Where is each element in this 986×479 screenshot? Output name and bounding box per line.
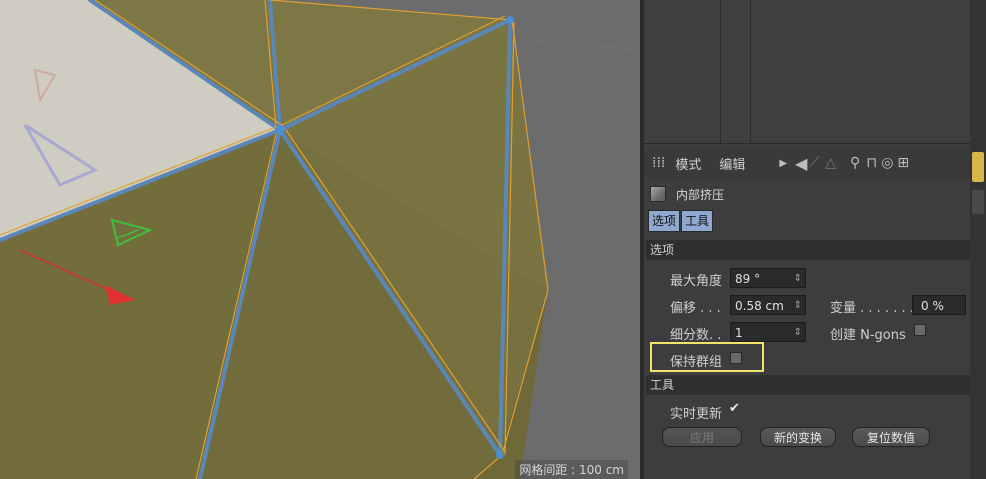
target-icon[interactable]: ◎ (881, 155, 893, 171)
options-section-header[interactable]: 选项 (646, 240, 970, 260)
viewport-canvas[interactable] (0, 0, 640, 479)
create-ngons-checkbox[interactable] (914, 324, 926, 336)
attribute-toolbar: ⁞⁞⁞ 模式 编辑 ▶ ◀ ⟋ △ ⚲ ⊓ ◎ ⊞ (644, 148, 970, 178)
om-column-divider (750, 0, 751, 143)
side-tab-attributes[interactable] (972, 152, 984, 182)
tool-section-header[interactable]: 工具 (646, 375, 970, 395)
realtime-update-label: 实时更新 (670, 407, 723, 422)
max-angle-value: 89 ° (735, 272, 761, 286)
variance-label: 变量 . . . . . . . (830, 301, 914, 316)
apply-button[interactable]: 应用 (662, 427, 742, 447)
tool-title: 内部挤压 (676, 187, 725, 202)
subdivision-label: 细分数. . (670, 328, 722, 343)
tab-row: 选项 工具 (648, 210, 714, 232)
tab-options[interactable]: 选项 (648, 210, 681, 232)
max-angle-label: 最大角度 (670, 274, 723, 289)
grid-spacing-label: 网格间距 : 100 cm (515, 460, 628, 479)
spinner-icon[interactable]: ⇕ (794, 323, 802, 343)
subdivision-value: 1 (735, 326, 743, 340)
triangle-right-icon[interactable]: ▶ (779, 158, 787, 169)
realtime-update-checkbox[interactable]: ✔ (729, 401, 740, 416)
side-tab-layers[interactable] (972, 190, 984, 214)
highlight-annotation (650, 342, 764, 372)
subdivision-field[interactable]: 1 ⇕ (730, 322, 806, 342)
variance-value: 0 % (921, 299, 944, 313)
offset-field[interactable]: 0.58 cm ⇕ (730, 295, 806, 315)
new-panel-icon[interactable]: ⊞ (897, 155, 909, 171)
grip-icon[interactable]: ⁞⁞⁞ (652, 155, 665, 171)
om-column-divider (720, 0, 721, 143)
tool-title-row: 内部挤压 (650, 183, 724, 205)
side-tab-strip (970, 0, 986, 479)
tab-tool[interactable]: 工具 (681, 210, 714, 232)
cube-icon (650, 186, 666, 202)
lock-icon[interactable]: ⊓ (866, 155, 877, 171)
variance-field[interactable]: 0 % (912, 295, 966, 315)
new-transform-button[interactable]: 新的变换 (760, 427, 836, 447)
3d-viewport[interactable]: 网格间距 : 100 cm (0, 0, 640, 479)
spinner-icon[interactable]: ⇕ (794, 296, 802, 316)
search-icon[interactable]: ⚲ (850, 155, 860, 171)
max-angle-field[interactable]: 89 ° ⇕ (730, 268, 806, 288)
reset-values-button[interactable]: 复位数值 (852, 427, 930, 447)
back-arrow-icon[interactable]: ◀ (795, 154, 807, 173)
menu-mode[interactable]: 模式 (675, 154, 701, 173)
offset-label: 偏移 . . . (670, 301, 721, 316)
up-arrow-icon[interactable]: △ (825, 155, 836, 171)
object-manager[interactable] (644, 0, 970, 144)
history-icon[interactable]: ⟋ (809, 155, 819, 171)
create-ngons-label: 创建 N-gons (830, 328, 906, 343)
menu-edit[interactable]: 编辑 (719, 154, 745, 173)
spinner-icon[interactable]: ⇕ (794, 269, 802, 289)
right-panel: ⁞⁞⁞ 模式 编辑 ▶ ◀ ⟋ △ ⚲ ⊓ ◎ ⊞ 内部挤压 选项 工具 选项 … (644, 0, 986, 479)
offset-value: 0.58 cm (735, 299, 784, 313)
